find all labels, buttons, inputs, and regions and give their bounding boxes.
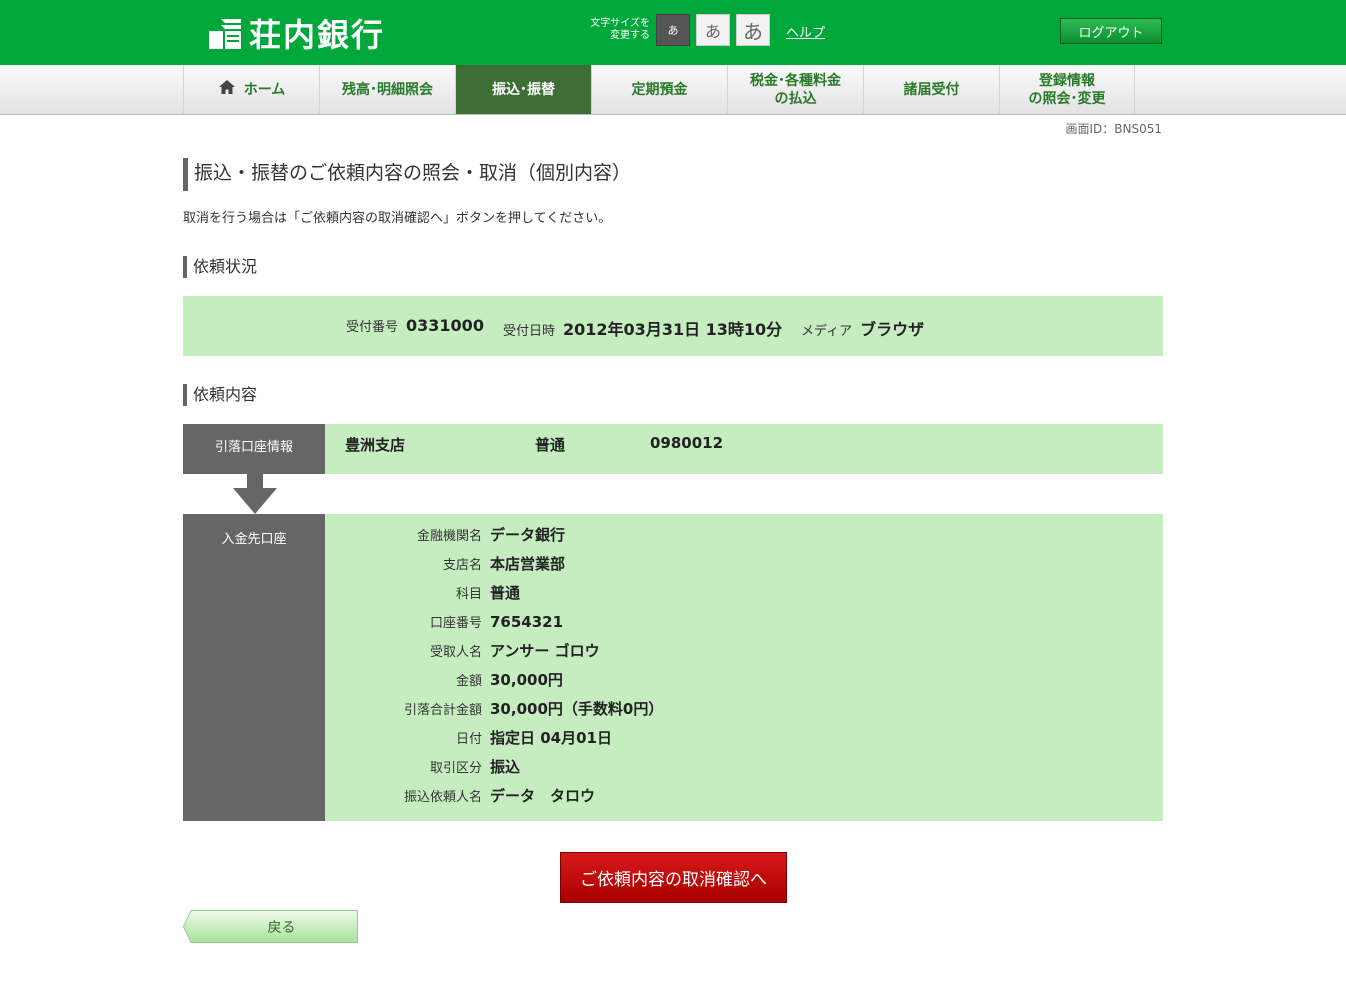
nav-item-label: の照会･変更 — [1028, 90, 1106, 107]
font-size-small-button[interactable]: あ — [656, 14, 690, 46]
credit-detail-row: 口座番号 7654321 — [325, 607, 1163, 636]
receipt-time: 受付日時 2012年03月31日 13時10分 — [503, 316, 782, 340]
back-button-label: 戻る — [267, 919, 296, 936]
debit-type: 普通 — [535, 436, 566, 454]
bank-name: 荘内銀行 — [249, 16, 386, 54]
detail-value: データ銀行 — [490, 526, 566, 544]
debit-account-number: 0980012 — [650, 434, 724, 452]
nav-item-time-deposit[interactable]: 定期預金 — [591, 65, 727, 114]
detail-value: 7654321 — [490, 612, 564, 631]
debit-account-label: 引落口座情報 — [183, 424, 325, 474]
page-description: 取消を行う場合は「ご依頼内容の取消確認へ」ボタンを押してください。 — [183, 211, 612, 226]
receipt-time-label: 受付日時 — [503, 324, 556, 339]
nav-item-label: の払込 — [774, 90, 817, 107]
nav-item-transfer[interactable]: 振込･振替 — [455, 65, 591, 114]
cancel-confirm-button[interactable]: ご依頼内容の取消確認へ — [560, 852, 787, 903]
nav-item-balance[interactable]: 残高･明細照会 — [319, 65, 455, 114]
home-icon — [218, 79, 236, 100]
font-size-medium-button[interactable]: あ — [696, 14, 730, 46]
detail-key: 金融機関名 — [416, 529, 482, 544]
detail-key: 口座番号 — [429, 616, 482, 631]
credit-account-label: 入金先口座 — [183, 514, 325, 821]
font-size-large-button[interactable]: あ — [736, 14, 770, 46]
help-link[interactable]: ヘルプ — [786, 22, 825, 41]
credit-detail-row: 科目 普通 — [325, 578, 1163, 607]
status-heading: 依頼状況 — [183, 256, 257, 278]
screen-id: 画面ID：BNS051 — [1065, 122, 1162, 136]
detail-key: 引落合計金額 — [403, 703, 482, 718]
bank-logo-icon — [207, 15, 243, 51]
credit-detail-row: 取引区分 振込 — [325, 752, 1163, 781]
detail-key: 日付 — [455, 732, 482, 747]
detail-value: アンサー ゴロウ — [490, 642, 600, 660]
logout-button[interactable]: ログアウト — [1060, 18, 1162, 44]
credit-detail-row: 引落合計金額 30,000円（手数料0円） — [325, 694, 1163, 723]
detail-key: 科目 — [455, 587, 482, 602]
detail-value: 指定日 04月01日 — [490, 729, 612, 747]
detail-value: 振込 — [490, 758, 521, 776]
receipt-number-value: 0331000 — [406, 316, 484, 335]
nav-item-tax-payment[interactable]: 税金･各種料金 の払込 — [727, 65, 863, 114]
status-panel: 受付番号 0331000 受付日時 2012年03月31日 13時10分 メディ… — [183, 296, 1163, 356]
detail-key: 金額 — [455, 674, 482, 689]
nav-item-registration[interactable]: 登録情報 の照会･変更 — [999, 65, 1135, 114]
receipt-number: 受付番号 0331000 — [346, 316, 484, 335]
request-heading: 依頼内容 — [183, 384, 257, 406]
nav-item-label: 税金･各種料金 — [750, 72, 841, 89]
nav-item-label: 登録情報 — [1039, 72, 1095, 89]
media-value: ブラウザ — [860, 320, 925, 339]
credit-detail-row: 金額 30,000円 — [325, 665, 1163, 694]
detail-value: 本店営業部 — [490, 555, 566, 573]
nav-item-home[interactable]: ホーム — [183, 65, 319, 114]
credit-detail-row: 振込依頼人名 データ タロウ — [325, 781, 1163, 810]
nav-item-notifications[interactable]: 諸届受付 — [863, 65, 999, 114]
receipt-number-label: 受付番号 — [346, 320, 399, 335]
receipt-time-value: 2012年03月31日 13時10分 — [563, 320, 783, 339]
credit-account-row: 入金先口座 金融機関名 データ銀行 支店名 本店営業部 科目 普通 口座番号 76543… — [183, 514, 1163, 821]
nav-item-label: ホーム — [243, 81, 286, 98]
credit-detail-row: 受取人名 アンサー ゴロウ — [325, 636, 1163, 665]
detail-value: 普通 — [490, 584, 521, 602]
page-title: 振込・振替のご依頼内容の照会・取消（個別内容） — [183, 158, 631, 191]
back-button[interactable]: 戻る — [183, 910, 358, 943]
bank-logo[interactable]: 荘内銀行 — [207, 12, 385, 54]
header-bar: 荘内銀行 文字サイズを 変更する あ あ あ ヘルプ ログアウト — [0, 0, 1346, 65]
media: メディア ブラウザ — [801, 316, 924, 340]
global-nav: ホーム 残高･明細照会 振込･振替 定期預金 税金･各種料金 の払込 諸届受付 登… — [0, 65, 1346, 115]
detail-value: 30,000円（手数料0円） — [490, 700, 664, 718]
detail-key: 振込依頼人名 — [403, 790, 482, 805]
credit-detail-row: 金融機関名 データ銀行 — [325, 520, 1163, 549]
credit-detail-row: 支店名 本店営業部 — [325, 549, 1163, 578]
arrow-down-icon — [233, 474, 277, 514]
detail-value: データ タロウ — [490, 787, 596, 805]
detail-key: 受取人名 — [429, 645, 482, 660]
debit-branch: 豊洲支店 — [345, 436, 406, 454]
media-label: メディア — [801, 324, 853, 339]
debit-account-row: 引落口座情報 豊洲支店 普通 0980012 — [183, 424, 1163, 474]
font-size-label: 文字サイズを 変更する — [590, 18, 650, 41]
detail-key: 支店名 — [442, 558, 482, 573]
detail-value: 30,000円 — [490, 671, 563, 689]
credit-detail-row: 日付 指定日 04月01日 — [325, 723, 1163, 752]
debit-account-values: 豊洲支店 普通 0980012 — [325, 424, 1163, 474]
detail-key: 取引区分 — [429, 761, 482, 776]
